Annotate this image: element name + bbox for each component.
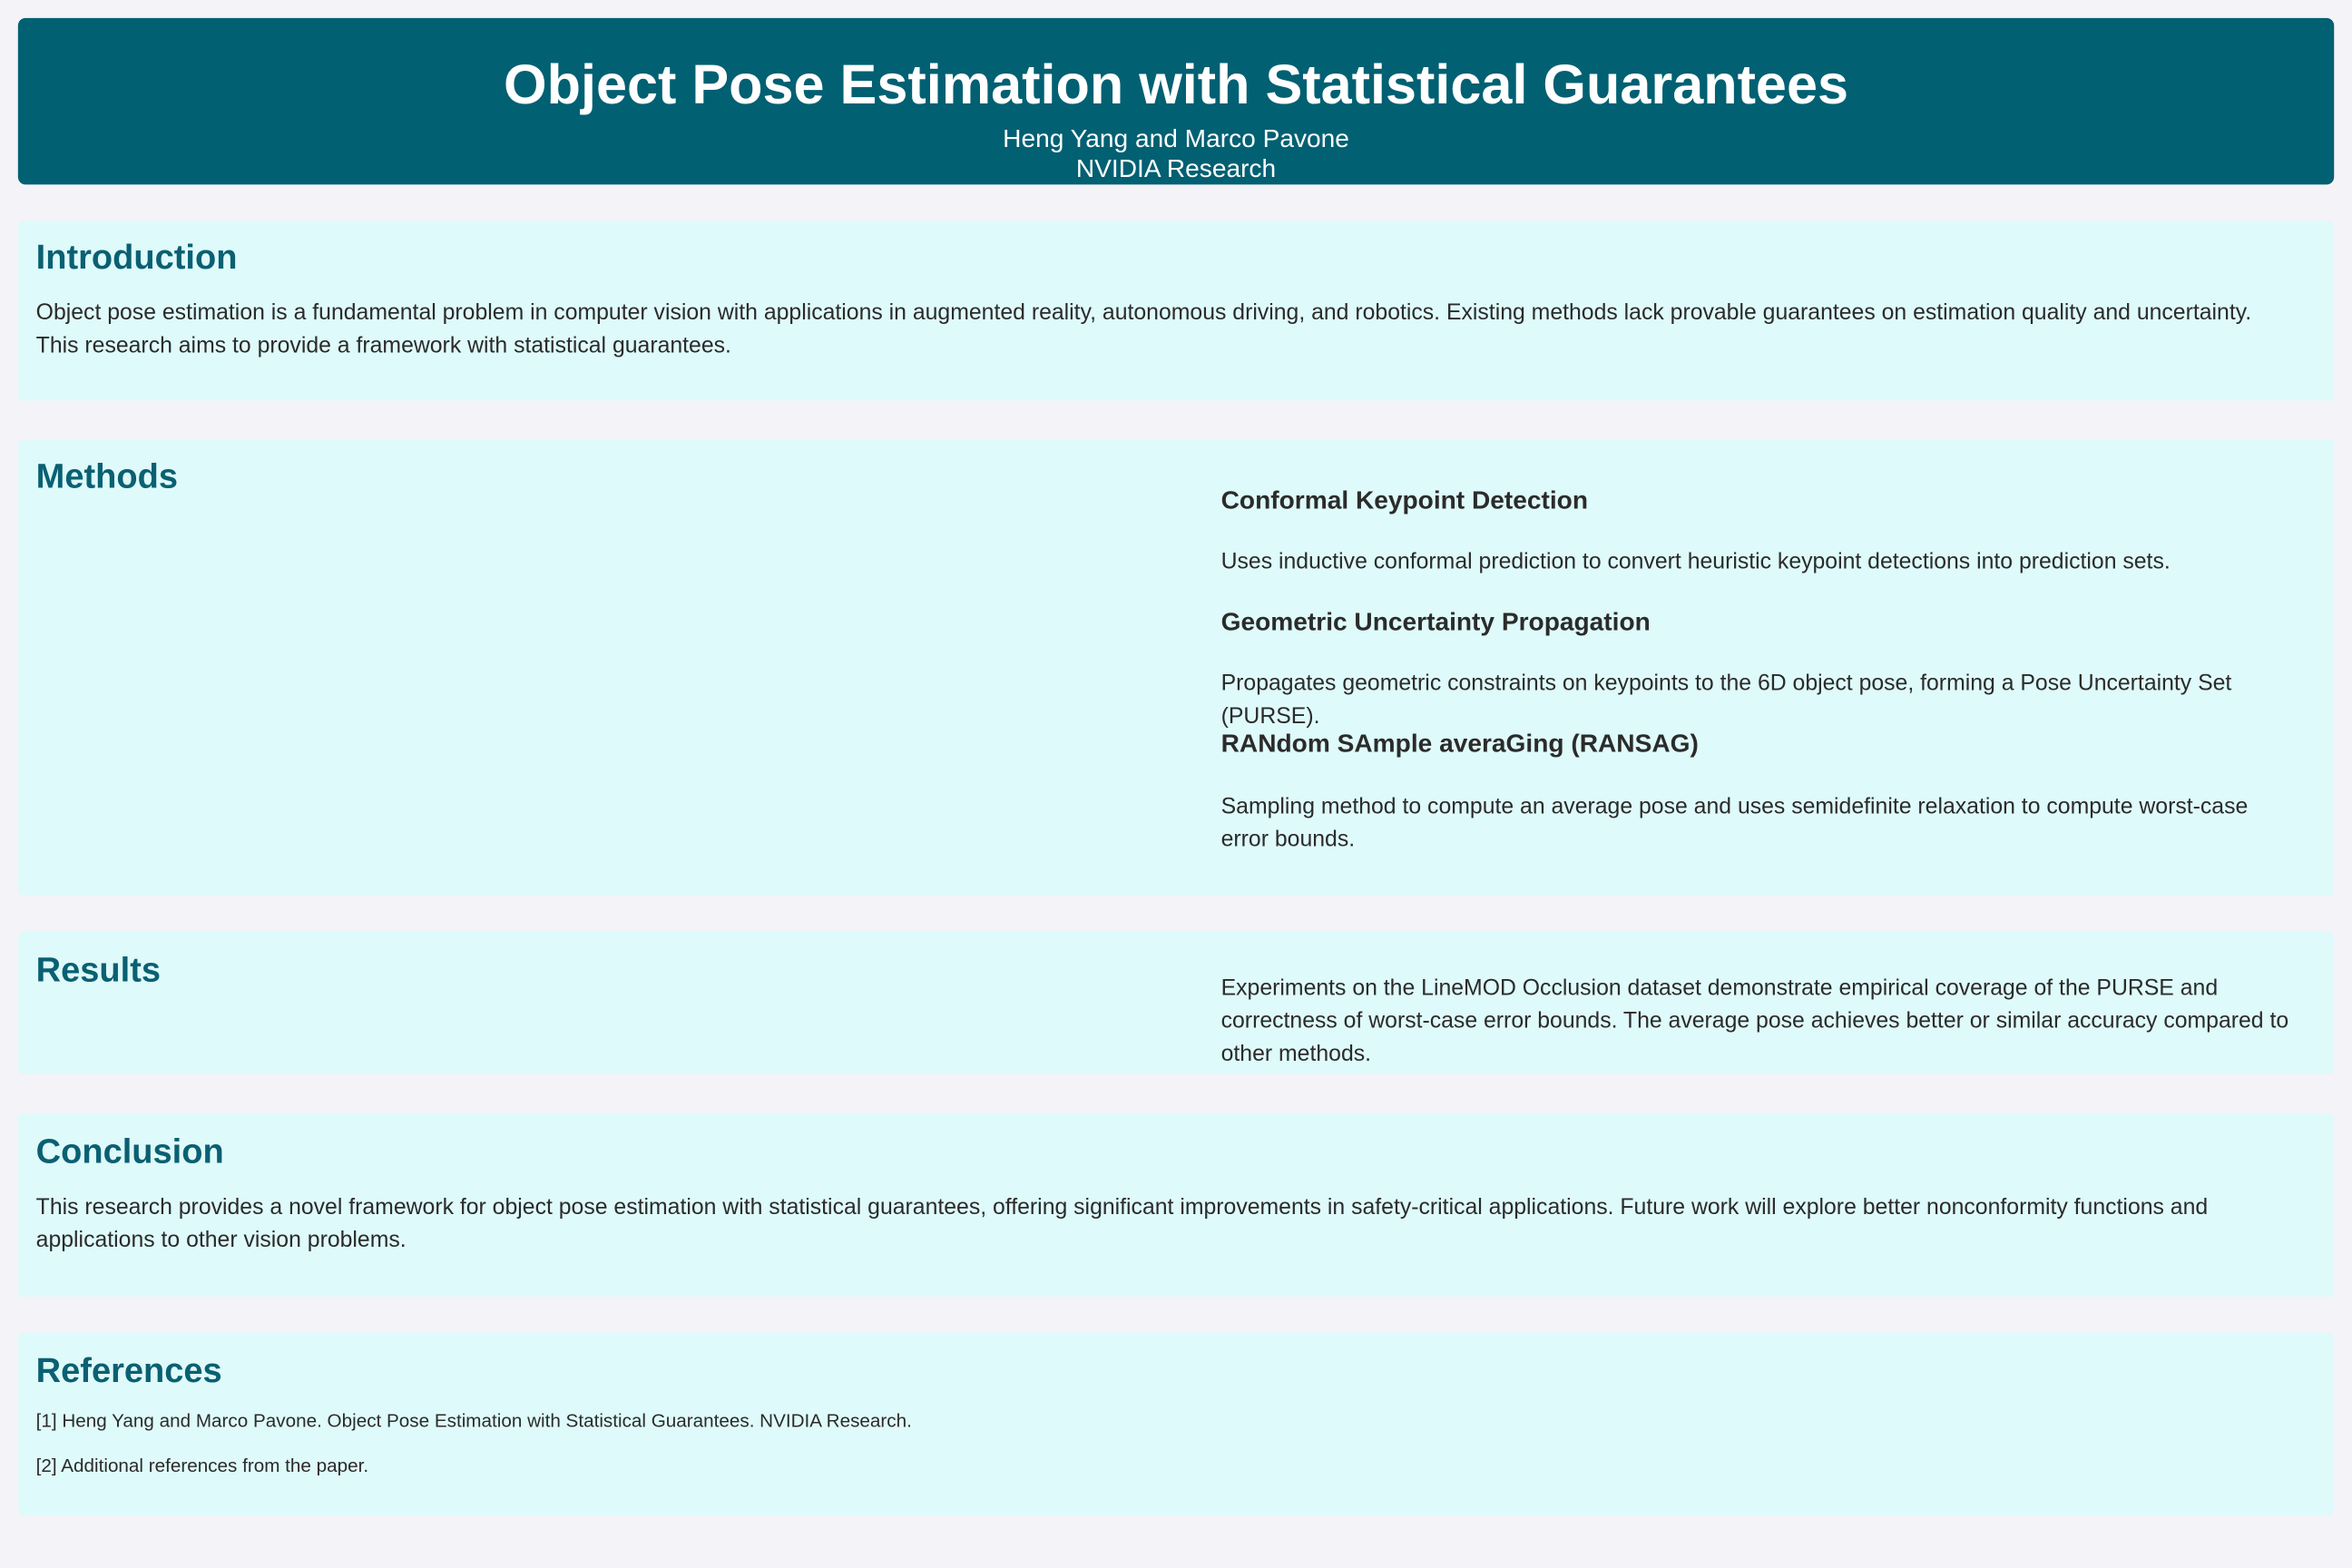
reference-item: [2] Additional references from the paper… [35,1455,369,1477]
results-text: Experiments on the LineMOD Occlusion dat… [1220,975,2289,1067]
poster: Object Pose Estimation with Statistical … [0,0,2352,1568]
results-section: Results Experiments on the LineMOD Occlu… [17,931,2335,1074]
method-title-conformal: Conformal Keypoint Detection [1220,485,1589,515]
method-text-propagation: Propagates geometric constraints on keyp… [1220,671,2232,730]
method-title-propagation: Geometric Uncertainty Propagation [1220,607,1651,637]
poster-affiliation: NVIDIA Research [1075,154,1277,183]
conclusion-section: Conclusion This research provides a nove… [17,1112,2335,1297]
poster-authors: Heng Yang and Marco Pavone [1003,124,1349,153]
method-text-conformal: Uses inductive conformal prediction to c… [1220,549,2171,575]
introduction-section: Introduction Object pose estimation is a… [17,220,2335,401]
method-title-ransag: RANdom SAmple averaGing (RANSAG) [1220,729,1699,759]
reference-item: [1] Heng Yang and Marco Pavone. Object P… [35,1410,912,1432]
references-heading: References [35,1350,222,1390]
introduction-text: Object pose estimation is a fundamental … [35,299,2252,359]
conclusion-text: This research provides a novel framework… [35,1194,2209,1253]
methods-heading: Methods [35,456,178,495]
poster-title: Object Pose Estimation with Statistical … [504,54,1849,116]
references-section: References [1] Heng Yang and Marco Pavon… [17,1332,2335,1516]
conclusion-heading: Conclusion [35,1131,224,1171]
poster-header: Object Pose Estimation with Statistical … [17,17,2335,185]
methods-section: Methods Conformal Keypoint Detection Use… [17,439,2335,897]
results-heading: Results [35,949,162,989]
introduction-heading: Introduction [35,237,238,277]
method-text-ransag: Sampling method to compute an average po… [1220,793,2249,853]
